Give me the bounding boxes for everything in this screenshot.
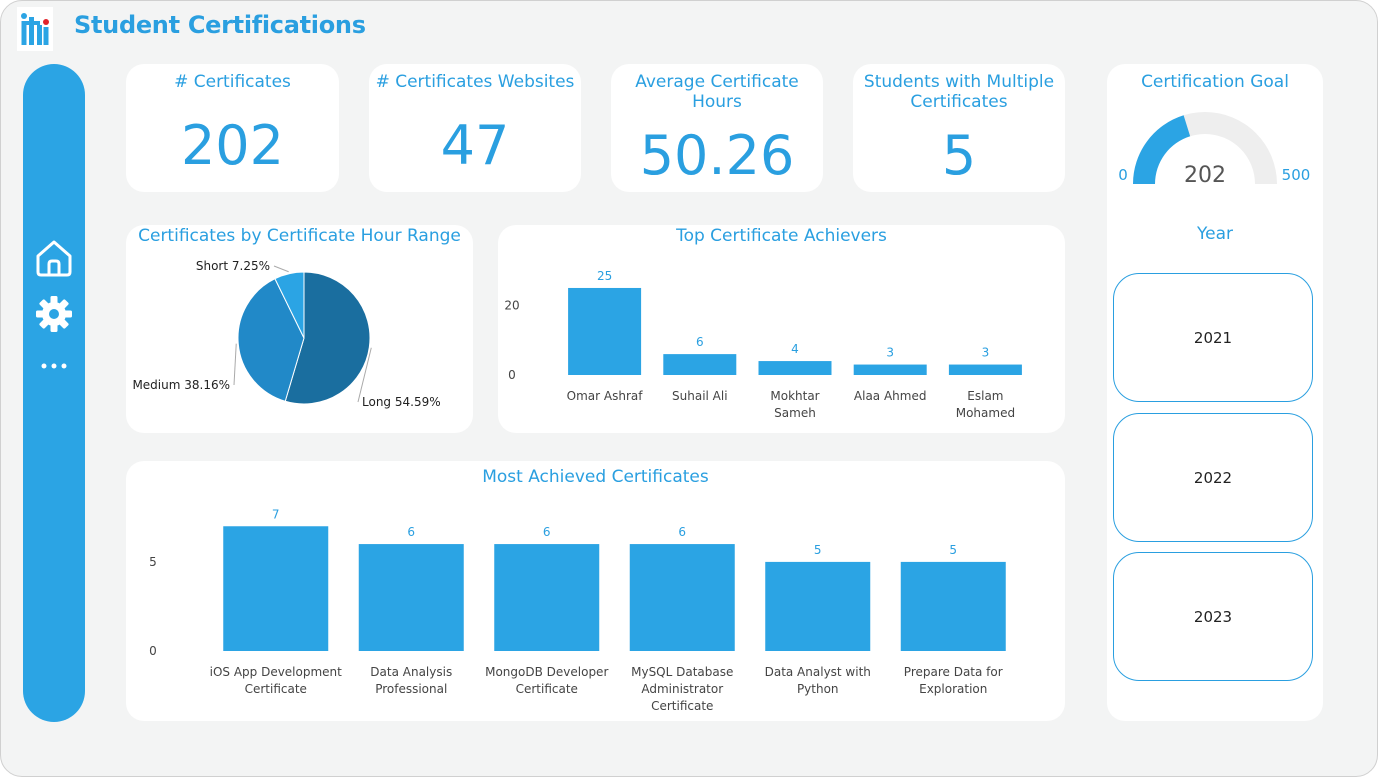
top-achievers-card: Top Certificate Achievers 0 20 25 Omar Ashr…: [498, 225, 1065, 433]
x-tick-label: Omar Ashraf: [567, 389, 644, 403]
gear-icon[interactable]: [23, 294, 85, 334]
bar-data-label: 3: [886, 346, 894, 360]
kpi-card-certificates: # Certificates 202: [126, 64, 339, 192]
pie-leader-line: [233, 343, 237, 386]
bar-data-label: 5: [949, 543, 957, 557]
kpi-value: 202: [180, 114, 285, 177]
iti-logo: [17, 7, 53, 51]
x-tick-label: Mokhtar Sameh: [770, 389, 819, 420]
most-achieved-card: Most Achieved Certificates 0 5 7 iOS App De…: [126, 461, 1065, 721]
bar[interactable]: [358, 544, 464, 651]
bar-data-label: 4: [791, 342, 799, 356]
y-tick-label: 0: [508, 368, 516, 382]
kpi-value: 5: [941, 124, 977, 187]
bar-data-label: 6: [678, 525, 686, 539]
bar-data-label: 25: [597, 269, 612, 283]
kpi-label: # Certificates Websites: [375, 72, 575, 92]
kpi-card-websites: # Certificates Websites 47: [369, 64, 581, 192]
year-option-2021[interactable]: 2021: [1113, 273, 1313, 402]
x-tick-label: Suhail Ali: [672, 389, 728, 403]
pie-leader-line: [273, 265, 289, 273]
kpi-card-average-hours: Average Certificate Hours 50.26: [611, 64, 823, 192]
home-icon[interactable]: [23, 236, 85, 278]
pie-data-label: Medium 38.16%: [132, 378, 230, 392]
x-tick-label: Prepare Data for Exploration: [904, 665, 1003, 696]
kpi-value: 47: [440, 114, 510, 177]
dashboard-canvas: Student Certifications # Certificates 20…: [0, 0, 1378, 777]
right-panel: Certification Goal 202 0 500 Year 2021 202…: [1107, 64, 1323, 721]
bar-data-label: 5: [814, 543, 822, 557]
bar[interactable]: [494, 544, 600, 651]
kpi-label: Average Certificate Hours: [635, 72, 799, 112]
sidebar: [23, 64, 85, 722]
gauge-max: 500: [1282, 166, 1311, 184]
kpi-card-multiple-certificates: Students with Multiple Certificates 5: [853, 64, 1065, 192]
year-option-2022[interactable]: 2022: [1113, 413, 1313, 542]
bar[interactable]: [223, 526, 329, 651]
x-tick-label: iOS App Development Certificate: [210, 665, 343, 696]
y-tick-label: 20: [504, 298, 519, 312]
gauge-min: 0: [1118, 166, 1128, 184]
year-option-2023[interactable]: 2023: [1113, 552, 1313, 681]
x-tick-label: Data Analysis Professional: [370, 665, 452, 696]
pie-chart: Long 54.59% Medium 38.16% Short 7.25%: [132, 259, 441, 409]
pie-data-label: Long 54.59%: [362, 395, 441, 409]
bar[interactable]: [853, 364, 927, 375]
x-tick-label: Eslam Mohamed: [956, 389, 1015, 420]
x-tick-label: Data Analyst with Python: [765, 665, 871, 696]
page-title: Student Certifications: [74, 11, 366, 39]
bar-data-label: 7: [272, 507, 280, 521]
bar-data-label: 6: [543, 525, 551, 539]
top-achievers-chart: 0 20 25 Omar Ashraf 6 Suhail Ali 4 Mokhtar Sameh…: [504, 269, 1022, 420]
bar[interactable]: [568, 287, 642, 375]
y-tick-label: 0: [149, 644, 157, 658]
bar-data-label: 3: [982, 346, 990, 360]
bar-data-label: 6: [407, 525, 415, 539]
kpi-value: 50.26: [639, 124, 795, 187]
bar[interactable]: [663, 354, 737, 375]
kpi-label: Students with Multiple Certificates: [863, 72, 1055, 112]
gauge-fill: [1133, 115, 1191, 184]
gauge-title: Certification Goal: [1141, 72, 1289, 92]
bar[interactable]: [900, 561, 1006, 651]
bar[interactable]: [758, 361, 832, 375]
x-tick-label: MongoDB Developer Certificate: [485, 665, 608, 696]
bar[interactable]: [948, 364, 1022, 375]
y-tick-label: 5: [149, 555, 157, 569]
certification-goal-gauge: 202 0 500: [1118, 112, 1311, 188]
bar[interactable]: [765, 561, 871, 651]
most-achieved-chart: 0 5 7 iOS App Development Certificate 6 Data A…: [149, 507, 1006, 713]
bar[interactable]: [629, 544, 735, 651]
x-tick-label: MySQL Database Administrator Certificate: [631, 665, 733, 713]
pie-chart-card: Certificates by Certificate Hour Range L…: [126, 225, 473, 433]
bar-data-label: 6: [696, 335, 704, 349]
gauge-value: 202: [1184, 163, 1226, 188]
pie-data-label: Short 7.25%: [196, 259, 270, 273]
year-slicer-title: Year: [1197, 224, 1233, 244]
more-icon[interactable]: [23, 360, 85, 372]
x-tick-label: Alaa Ahmed: [854, 389, 927, 403]
kpi-label: # Certificates: [174, 72, 291, 92]
